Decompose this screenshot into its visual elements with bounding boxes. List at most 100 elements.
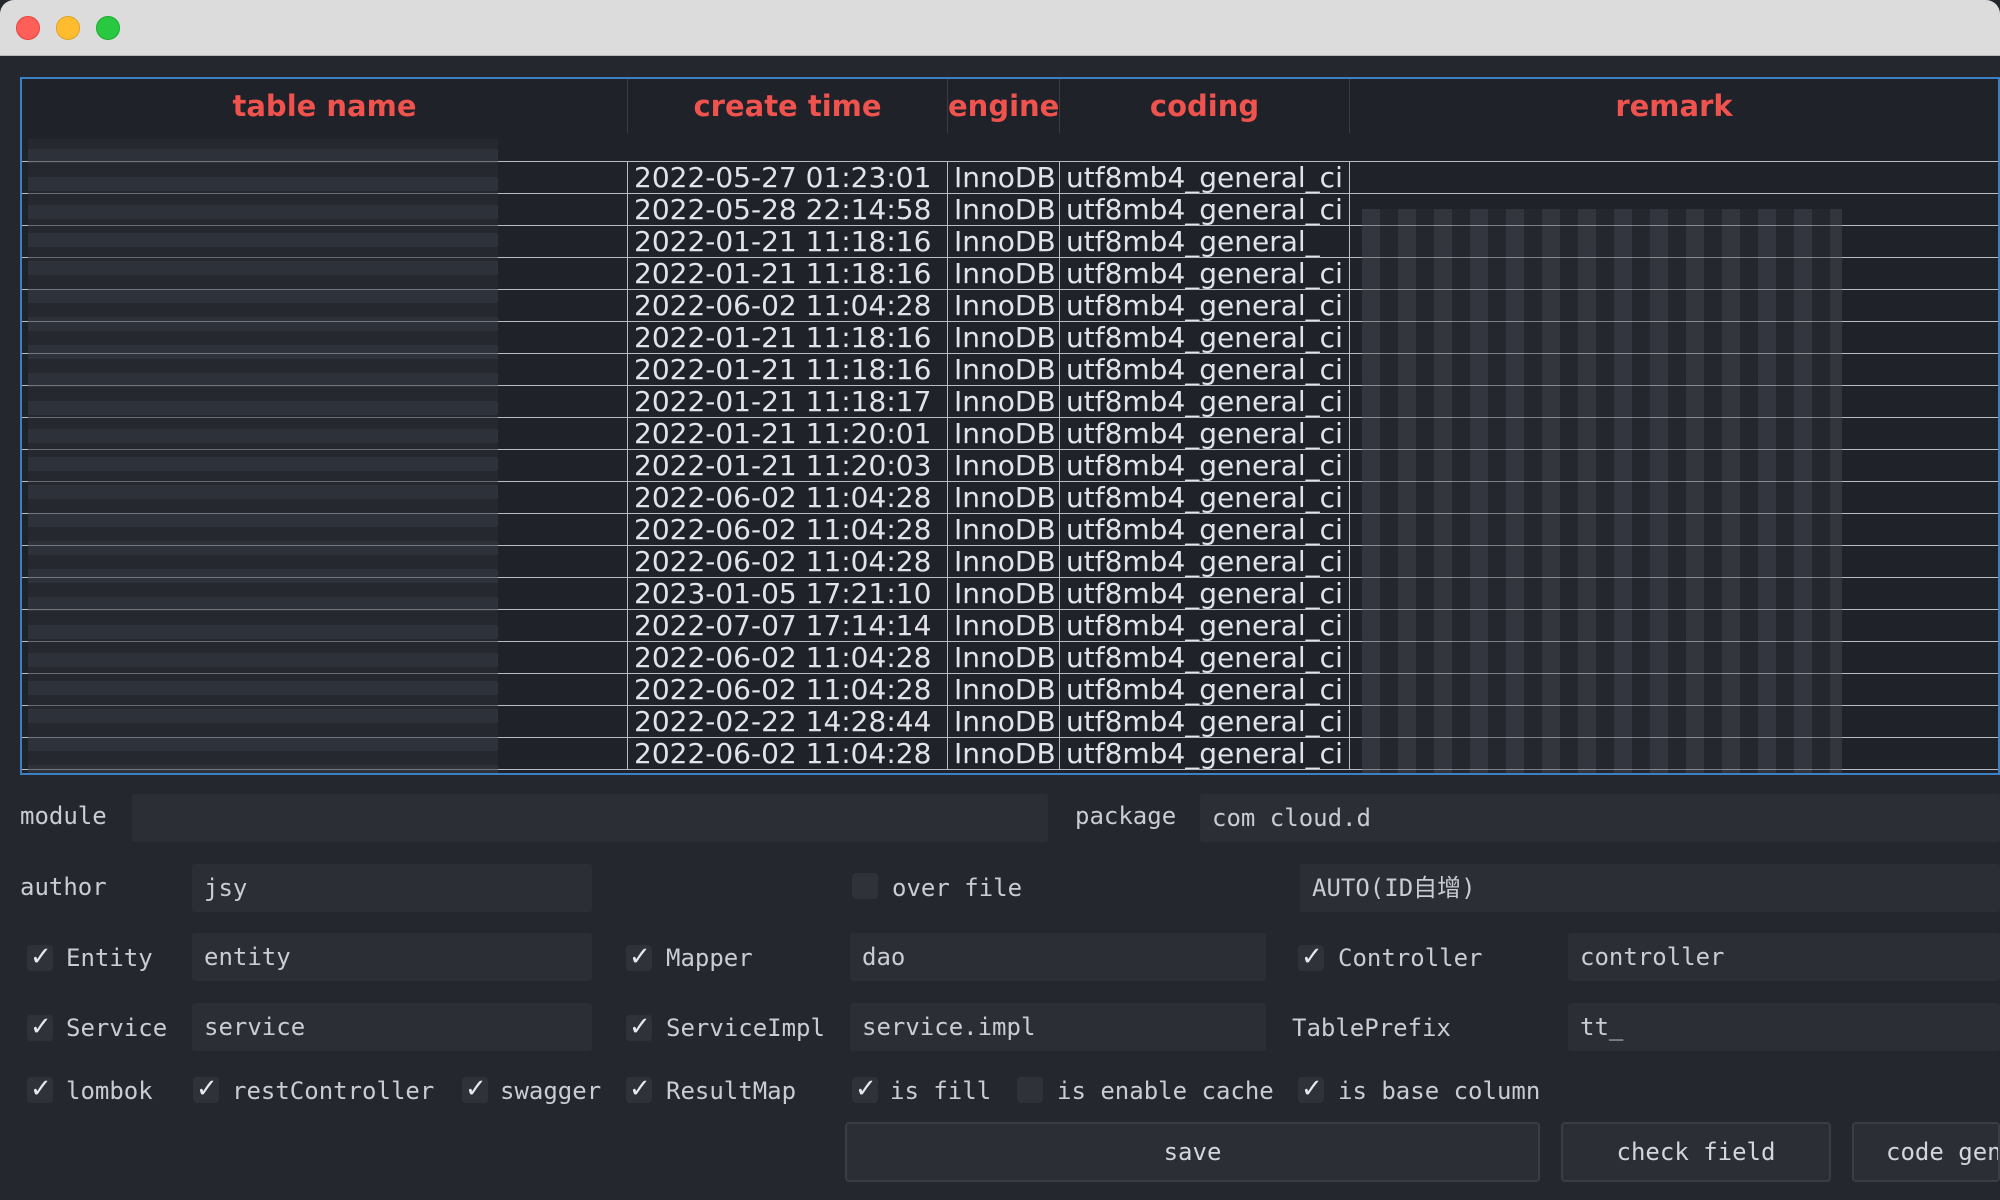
header-engine[interactable]: engine [948,79,1060,133]
cell-create-time: 2022-06-02 11:04:28 [628,738,948,769]
cell-engine: InnoDB [948,514,1060,545]
cell-remark [1350,162,1998,193]
restcontroller-checkbox[interactable] [193,1074,219,1104]
cell-coding: utf8mb4_general_ci [1060,386,1350,417]
serviceimpl-input[interactable]: service.impl [850,1003,1266,1051]
cell-create-time: 2022-06-02 11:04:28 [628,482,948,513]
serviceimpl-checkbox[interactable] [626,1012,652,1042]
cell-coding: utf8mb4_general_ci [1060,482,1350,513]
enable-cache-label: is enable cache [1057,1077,1274,1105]
header-remark[interactable]: remark [1350,79,1998,133]
over-file-label: over file [892,874,1023,902]
cell-create-time: 2022-06-02 11:04:28 [628,642,948,673]
cell-create-time: 2022-06-02 11:04:28 [628,674,948,705]
cell-coding: utf8mb4_general_ci [1060,162,1350,193]
cell-coding: utf8mb4_general_ci [1060,290,1350,321]
cell-create-time: 2022-01-21 11:20:03 [628,450,948,481]
header-coding[interactable]: coding [1060,79,1350,133]
over-file-checkbox[interactable] [852,873,878,899]
lombok-checkbox[interactable] [27,1074,53,1104]
entity-checkbox[interactable] [27,942,53,972]
cell-engine: InnoDB [948,290,1060,321]
tableprefix-input[interactable]: tt_ [1568,1003,2000,1051]
cell-engine: InnoDB [948,674,1060,705]
cell-create-time: 2022-02-22 14:28:44 [628,706,948,737]
mapper-label: Mapper [666,944,753,972]
check-field-button[interactable]: check field [1561,1122,1831,1182]
is-fill-label: is fill [890,1077,992,1105]
cell-coding: utf8mb4_general_ci [1060,706,1350,737]
cell-engine: InnoDB [948,386,1060,417]
author-label: author [20,873,107,901]
author-input[interactable]: jsy [192,864,592,912]
cell-engine: InnoDB [948,418,1060,449]
cell-coding: utf8mb4_general_ci [1060,642,1350,673]
cell-coding: utf8mb4_general_ci [1060,674,1350,705]
cell-coding: utf8mb4_general_ci [1060,610,1350,641]
resultmap-checkbox[interactable] [626,1074,652,1104]
cell-engine: InnoDB [948,162,1060,193]
cell-engine: InnoDB [948,322,1060,353]
cell-create-time: 2022-06-02 11:04:28 [628,546,948,577]
cell-coding: utf8mb4_general_ci [1060,354,1350,385]
save-button[interactable]: save [845,1122,1540,1182]
code-gen-button[interactable]: code gen [1852,1122,2000,1182]
cell-coding: utf8mb4_general_ci [1060,450,1350,481]
cell-create-time: 2022-01-21 11:18:16 [628,258,948,289]
header-table-name[interactable]: table name [22,79,628,133]
cell-engine: InnoDB [948,194,1060,225]
package-label: package [1075,802,1177,830]
header-create-time[interactable]: create time [628,79,948,133]
window-titlebar [0,0,2000,56]
cell-create-time: 2022-05-27 01:23:01 [628,162,948,193]
swagger-checkbox[interactable] [462,1074,488,1104]
mapper-checkbox[interactable] [626,942,652,972]
cell-coding: utf8mb4_general_ci [1060,578,1350,609]
cell-create-time: 2022-01-21 11:18:17 [628,386,948,417]
enable-cache-checkbox[interactable] [1017,1077,1043,1103]
service-checkbox[interactable] [27,1012,53,1042]
cell-coding: utf8mb4_general_ci [1060,258,1350,289]
module-input[interactable] [132,794,1048,842]
cell-engine: InnoDB [948,738,1060,769]
tableprefix-label: TablePrefix [1292,1014,1451,1042]
cell-engine: InnoDB [948,354,1060,385]
base-column-checkbox[interactable] [1298,1074,1324,1104]
base-column-label: is base column [1338,1077,1541,1105]
cell-engine: InnoDB [948,546,1060,577]
id-type-select[interactable]: AUTO(ID自增) [1300,864,2000,912]
tables-table[interactable]: table name create time engine coding rem… [20,77,2000,775]
cell-create-time: 2022-06-02 11:04:28 [628,514,948,545]
controller-input[interactable]: controller [1568,933,2000,981]
resultmap-label: ResultMap [666,1077,797,1105]
serviceimpl-label: ServiceImpl [666,1014,825,1042]
controller-checkbox[interactable] [1298,942,1324,972]
lombok-label: lombok [66,1077,153,1105]
cell-coding: utf8mb4_general_ci [1060,738,1350,769]
redacted-remarks [1362,209,1842,773]
cell-create-time: 2022-07-07 17:14:14 [628,610,948,641]
cell-engine: InnoDB [948,226,1060,257]
cell-create-time: 2023-01-05 17:21:10 [628,578,948,609]
cell-engine: InnoDB [948,482,1060,513]
close-window-button[interactable] [16,16,40,40]
entity-label: Entity [66,944,153,972]
maximize-window-button[interactable] [96,16,120,40]
mapper-input[interactable]: dao [850,933,1266,981]
minimize-window-button[interactable] [56,16,80,40]
cell-coding: utf8mb4_general_ci [1060,546,1350,577]
table-header: table name create time engine coding rem… [22,79,1998,133]
cell-coding: utf8mb4_general_ [1060,226,1350,257]
service-input[interactable]: service [192,1003,592,1051]
cell-coding: utf8mb4_general_ci [1060,194,1350,225]
cell-create-time: 2022-06-02 11:04:28 [628,290,948,321]
cell-engine: InnoDB [948,450,1060,481]
is-fill-checkbox[interactable] [852,1074,878,1104]
package-input[interactable]: com cloud.d [1200,794,2000,842]
redacted-table-names [28,139,498,773]
entity-input[interactable]: entity [192,933,592,981]
cell-create-time: 2022-01-21 11:18:16 [628,354,948,385]
cell-create-time: 2022-01-21 11:20:01 [628,418,948,449]
cell-create-time: 2022-05-28 22:14:58 [628,194,948,225]
cell-coding: utf8mb4_general_ci [1060,322,1350,353]
